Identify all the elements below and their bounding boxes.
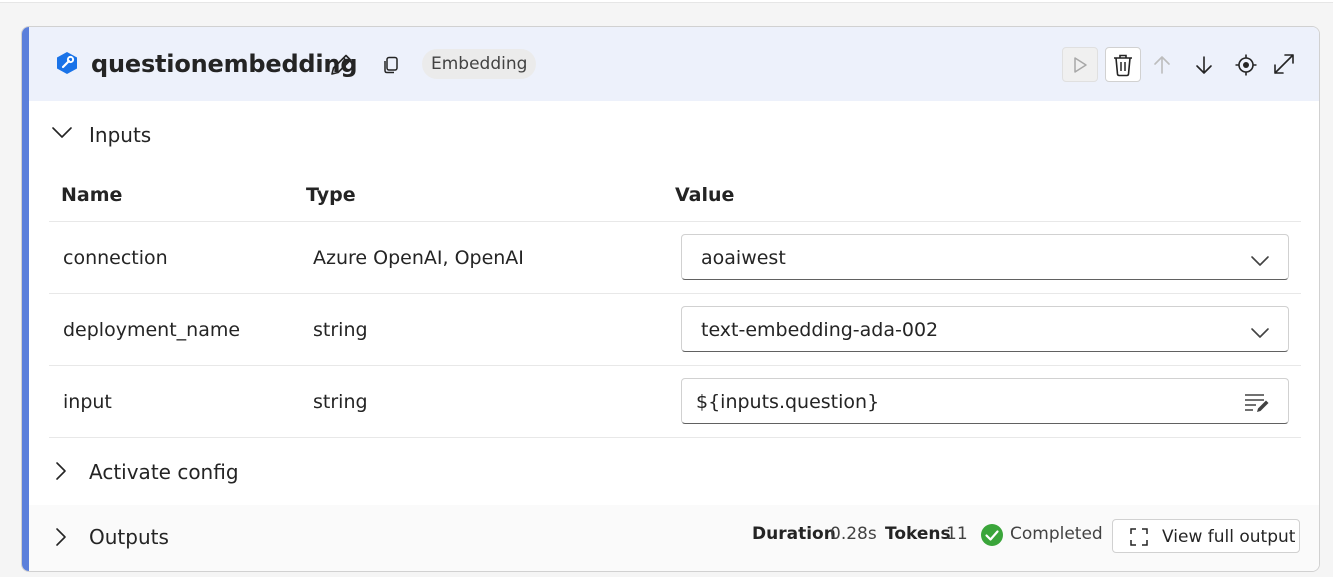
chevron-right-icon xyxy=(55,527,67,551)
deployment-name-dropdown-value: text-embedding-ada-002 xyxy=(701,319,939,341)
text-edit-icon[interactable] xyxy=(1244,392,1270,418)
input-value-text: ${inputs.question} xyxy=(696,391,880,413)
input-name-deployment: deployment_name xyxy=(63,319,241,341)
tokens-label: Tokens xyxy=(885,524,951,544)
locate-target-icon[interactable] xyxy=(1232,51,1260,79)
chevron-down-icon xyxy=(1250,252,1270,271)
node-accent-bar xyxy=(22,27,29,571)
input-type-connection: Azure OpenAI, OpenAI xyxy=(313,247,524,269)
activate-config-section-header[interactable]: Activate config xyxy=(29,439,1319,503)
delete-button[interactable] xyxy=(1105,47,1141,82)
chevron-down-icon xyxy=(51,125,73,144)
column-header-name: Name xyxy=(61,184,123,206)
page-top-strip xyxy=(0,0,1333,3)
table-divider xyxy=(49,293,1301,294)
table-divider xyxy=(49,437,1301,438)
column-header-type: Type xyxy=(306,184,356,206)
tokens-value: 11 xyxy=(946,524,968,544)
input-value-field[interactable]: ${inputs.question} xyxy=(681,378,1289,424)
deployment-name-dropdown[interactable]: text-embedding-ada-002 xyxy=(681,306,1289,352)
view-full-output-label: View full output xyxy=(1162,527,1296,547)
node-type-badge: Embedding xyxy=(422,49,537,79)
table-divider xyxy=(49,221,1301,222)
duration-label: Duration xyxy=(752,524,836,544)
input-name-input: input xyxy=(63,391,112,413)
fullscreen-icon xyxy=(1130,528,1148,550)
inputs-section-label: Inputs xyxy=(89,123,152,147)
duration-value: 0.28s xyxy=(830,524,877,544)
chevron-right-icon xyxy=(55,461,67,485)
input-type-deployment: string xyxy=(313,319,368,341)
run-play-icon xyxy=(1074,56,1087,73)
activate-config-label: Activate config xyxy=(89,460,239,484)
connection-dropdown[interactable]: aoaiwest xyxy=(681,234,1289,280)
chevron-down-icon xyxy=(1250,324,1270,343)
flow-node-card: questionembedding Embedding Inputs Name … xyxy=(21,26,1320,572)
inputs-section-header[interactable]: Inputs xyxy=(29,101,1319,165)
input-type-input: string xyxy=(313,391,368,413)
outputs-section-label: Outputs xyxy=(89,525,169,549)
move-up-arrow-icon[interactable] xyxy=(1148,51,1176,79)
node-header: questionembedding Embedding xyxy=(29,27,1319,101)
python-tool-icon xyxy=(55,51,79,75)
view-full-output-button[interactable]: View full output xyxy=(1112,519,1300,553)
expand-icon[interactable] xyxy=(1270,50,1298,78)
move-down-arrow-icon[interactable] xyxy=(1190,51,1218,79)
copy-icon[interactable] xyxy=(379,53,403,77)
input-name-connection: connection xyxy=(63,247,168,269)
edit-pencil-icon[interactable] xyxy=(327,51,355,79)
connection-dropdown-value: aoaiwest xyxy=(701,247,786,269)
node-title: questionembedding xyxy=(91,50,358,78)
run-play-button[interactable] xyxy=(1062,47,1098,82)
status-success-icon xyxy=(980,523,1004,551)
column-header-value: Value xyxy=(675,184,735,206)
delete-trash-icon xyxy=(1114,54,1132,76)
table-divider xyxy=(49,365,1301,366)
status-text: Completed xyxy=(1010,524,1103,544)
